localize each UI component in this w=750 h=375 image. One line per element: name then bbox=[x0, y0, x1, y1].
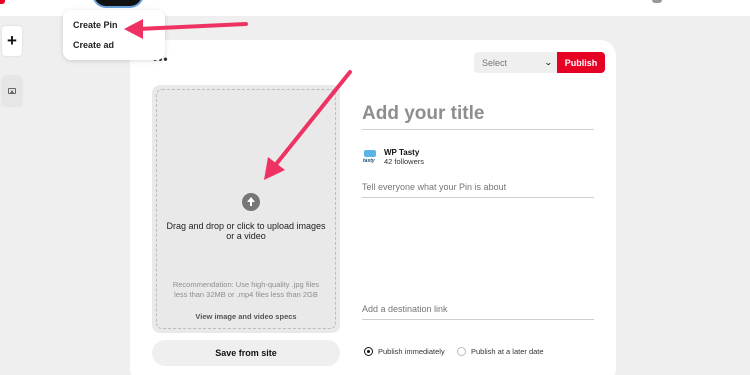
upload-dropzone-border: Drag and drop or click to upload images … bbox=[156, 89, 336, 329]
radio-selected-icon[interactable] bbox=[364, 347, 373, 356]
upload-recommendation: Recommendation: Use high-quality .jpg fi… bbox=[172, 280, 320, 299]
publish-later-label: Publish at a later date bbox=[471, 347, 544, 356]
follower-count: 42 followers bbox=[384, 157, 425, 166]
chevron-down-icon: ⌄ bbox=[544, 58, 554, 67]
board-select[interactable]: Select ⌄ bbox=[474, 52, 558, 73]
add-pin-button[interactable]: + bbox=[2, 26, 22, 56]
create-dropdown-menu: Create Pin Create ad bbox=[63, 10, 165, 60]
publish-button[interactable]: Publish bbox=[557, 52, 605, 73]
plus-icon: + bbox=[7, 31, 17, 50]
title-placeholder: Add your title bbox=[362, 103, 485, 124]
save-from-site-button[interactable]: Save from site bbox=[152, 340, 340, 366]
publish-immediately-option[interactable]: Publish immediately bbox=[364, 347, 445, 356]
account-menu-icon[interactable] bbox=[652, 0, 662, 3]
upload-arrow-icon[interactable] bbox=[242, 193, 260, 211]
account-text: WP Tasty 42 followers bbox=[384, 148, 424, 166]
link-placeholder: Add a destination link bbox=[362, 304, 448, 314]
avatar-logo-text: tasty bbox=[363, 158, 375, 164]
description-placeholder: Tell everyone what your Pin is about bbox=[362, 182, 507, 192]
menu-item-create-ad[interactable]: Create ad bbox=[73, 40, 114, 50]
publish-later-option[interactable]: Publish at a later date bbox=[457, 347, 544, 356]
avatar-graphic bbox=[364, 150, 376, 157]
board-select-value: Select bbox=[482, 57, 508, 68]
image-icon bbox=[8, 88, 16, 94]
title-input[interactable]: Add your title bbox=[362, 100, 594, 130]
upload-dropzone[interactable]: Drag and drop or click to upload images … bbox=[152, 85, 340, 333]
pinterest-logo-icon[interactable] bbox=[0, 0, 5, 4]
publish-immediately-label: Publish immediately bbox=[378, 347, 445, 356]
account-name: WP Tasty bbox=[384, 148, 420, 157]
pin-builder-card: ••• Select ⌄ Publish Drag and drop or cl… bbox=[130, 40, 616, 375]
drafts-button[interactable] bbox=[2, 76, 22, 106]
description-input[interactable]: Tell everyone what your Pin is about bbox=[362, 179, 594, 198]
account-info: tasty WP Tasty 42 followers bbox=[362, 148, 424, 166]
upload-instruction: Drag and drop or click to upload images … bbox=[166, 221, 326, 241]
menu-item-create-pin[interactable]: Create Pin bbox=[73, 20, 118, 30]
destination-link-input[interactable]: Add a destination link bbox=[362, 301, 594, 320]
create-menu-button[interactable] bbox=[92, 0, 144, 8]
account-avatar: tasty bbox=[362, 149, 378, 165]
view-specs-link[interactable]: View image and video specs bbox=[157, 312, 335, 321]
radio-unselected-icon[interactable] bbox=[457, 347, 466, 356]
